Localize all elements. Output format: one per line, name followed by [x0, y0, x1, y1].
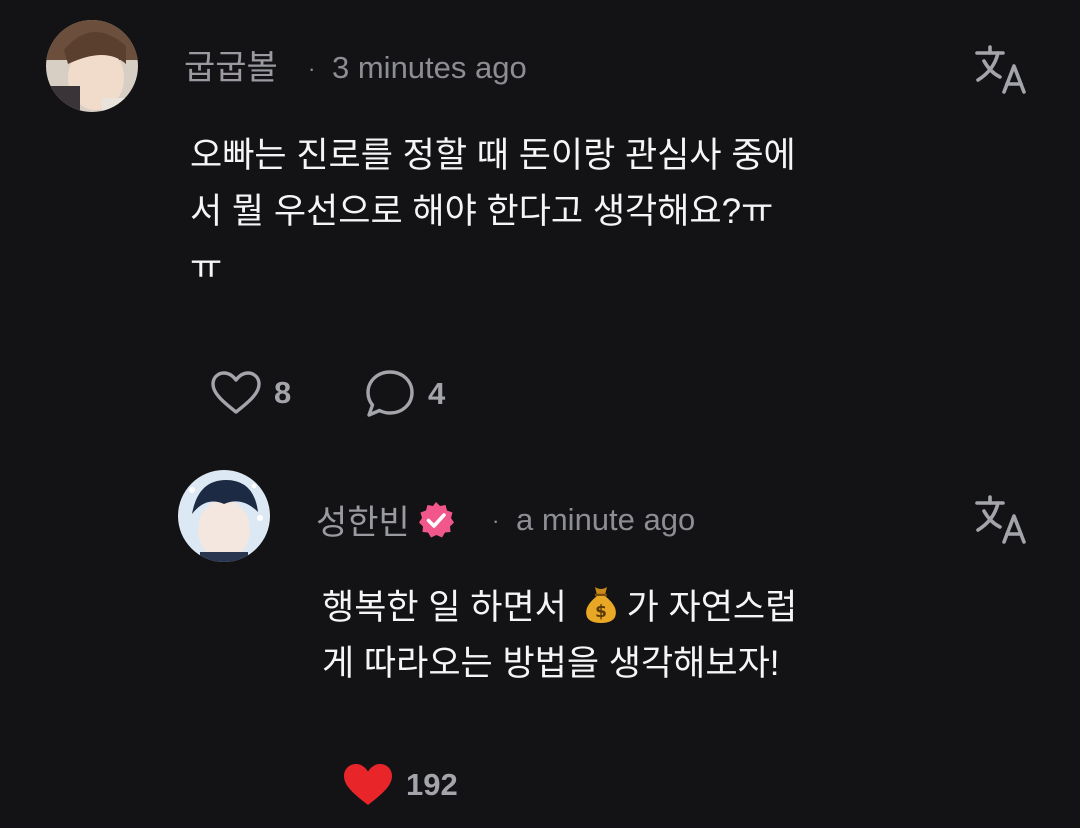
comment: 굽굽볼 · 3 minutes ago 오빠는 진로를 정할 때 돈이랑 관심사… — [0, 0, 1080, 440]
commenter-username[interactable]: 굽굽볼 — [184, 48, 278, 88]
reply-button[interactable]: 4 — [364, 368, 445, 420]
like-button[interactable]: 8 — [210, 370, 291, 416]
svg-text:$: $ — [595, 602, 607, 622]
heart-outline-icon — [211, 371, 261, 414]
like-count: 192 — [406, 767, 458, 802]
reply-count: 4 — [428, 376, 446, 411]
comment-text: 오빠는 진로를 정할 때 돈이랑 관심사 중에 서 뭘 우선으로 해야 한다고 … — [190, 136, 796, 287]
replier-username[interactable]: 성한빈 — [316, 500, 456, 543]
replier-username-text: 성한빈 — [316, 504, 410, 542]
meta-separator: · — [492, 508, 500, 533]
heart-filled-icon — [344, 764, 392, 805]
translate-icon — [975, 45, 1026, 94]
reply-text-part1: 행복한 일 하면서 — [322, 588, 577, 627]
reply: 성한빈 · a minute ago 행복한 일 하면서 $ 가 자연스럽 게 … — [0, 450, 1080, 828]
commenter-avatar[interactable] — [46, 20, 138, 112]
comment-timestamp: 3 minutes ago — [332, 50, 527, 85]
speech-bubble-icon — [366, 370, 414, 417]
meta-separator: · — [308, 56, 316, 81]
translate-button[interactable] — [974, 44, 1030, 96]
money-bag-emoji: $ — [585, 587, 616, 623]
reply-timestamp: a minute ago — [516, 502, 696, 537]
reply-text: 행복한 일 하면서 $ 가 자연스럽 게 따라오는 방법을 생각해보자! — [322, 580, 922, 692]
like-button[interactable]: 192 — [342, 762, 458, 808]
translate-icon — [975, 495, 1026, 544]
like-count: 8 — [274, 375, 292, 410]
replier-avatar[interactable] — [178, 470, 270, 562]
translate-button[interactable] — [974, 494, 1030, 546]
verified-badge-icon — [418, 502, 454, 538]
